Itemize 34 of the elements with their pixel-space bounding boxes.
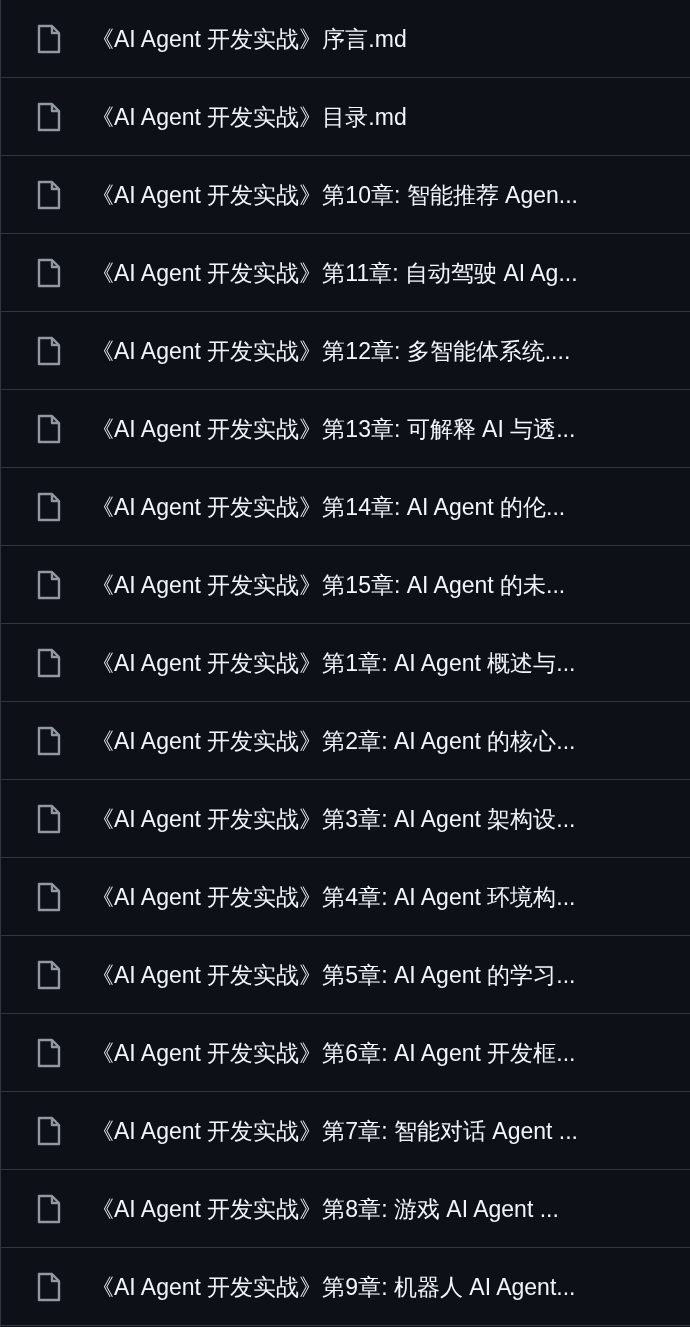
- file-icon: [37, 881, 61, 912]
- file-link[interactable]: 《AI Agent 开发实战》第5章: AI Agent 的学习...: [91, 959, 576, 990]
- file-link[interactable]: 《AI Agent 开发实战》第14章: AI Agent 的伦...: [91, 491, 566, 522]
- file-link[interactable]: 《AI Agent 开发实战》第4章: AI Agent 环境构...: [91, 881, 576, 912]
- file-icon: [37, 413, 61, 444]
- file-icon: [37, 569, 61, 600]
- file-icon: [37, 959, 61, 990]
- file-icon: [37, 1115, 61, 1146]
- file-icon: [37, 1037, 61, 1068]
- file-link[interactable]: 《AI Agent 开发实战》第2章: AI Agent 的核心...: [91, 725, 576, 756]
- file-link[interactable]: 《AI Agent 开发实战》第13章: 可解释 AI 与透...: [91, 413, 576, 444]
- file-icon: [37, 1271, 61, 1302]
- file-link[interactable]: 《AI Agent 开发实战》第3章: AI Agent 架构设...: [91, 803, 576, 834]
- file-icon: [37, 725, 61, 756]
- file-icon: [37, 647, 61, 678]
- file-link[interactable]: 《AI Agent 开发实战》第15章: AI Agent 的未...: [91, 569, 566, 600]
- file-icon: [37, 23, 61, 54]
- file-link[interactable]: 《AI Agent 开发实战》序言.md: [91, 23, 407, 54]
- file-icon: [37, 1193, 61, 1224]
- file-icon: [37, 803, 61, 834]
- file-icon: [37, 335, 61, 366]
- file-icon: [37, 101, 61, 132]
- file-icon: [37, 491, 61, 522]
- file-link[interactable]: 《AI Agent 开发实战》第11章: 自动驾驶 AI Ag...: [91, 257, 578, 288]
- file-icon: [37, 179, 61, 210]
- file-icon: [37, 257, 61, 288]
- file-link[interactable]: 《AI Agent 开发实战》第8章: 游戏 AI Agent ...: [91, 1193, 559, 1224]
- file-link[interactable]: 《AI Agent 开发实战》第12章: 多智能体系统....: [91, 335, 571, 366]
- file-link[interactable]: 《AI Agent 开发实战》第1章: AI Agent 概述与...: [91, 647, 576, 678]
- file-link[interactable]: 《AI Agent 开发实战》第7章: 智能对话 Agent ...: [91, 1115, 578, 1146]
- file-link[interactable]: 《AI Agent 开发实战》目录.md: [91, 101, 407, 132]
- file-link[interactable]: 《AI Agent 开发实战》第9章: 机器人 AI Agent...: [91, 1271, 576, 1302]
- file-link[interactable]: 《AI Agent 开发实战》第6章: AI Agent 开发框...: [91, 1037, 576, 1068]
- file-link[interactable]: 《AI Agent 开发实战》第10章: 智能推荐 Agen...: [91, 179, 578, 210]
